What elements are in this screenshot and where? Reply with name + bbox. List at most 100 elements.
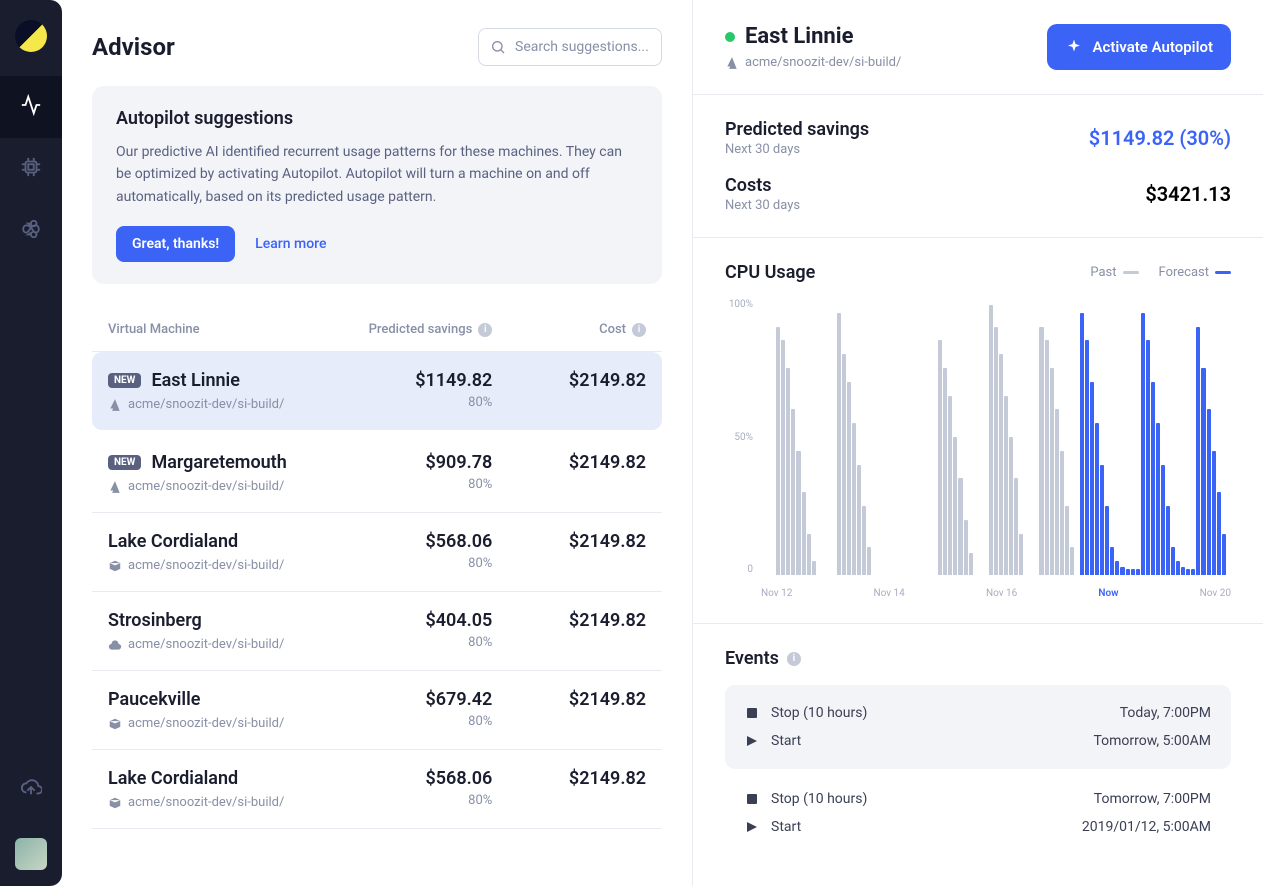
new-badge: NEW [108,373,141,388]
chart-bar [1212,451,1216,575]
legend-past: Past [1090,265,1138,280]
aws-icon [108,796,122,810]
chart-bar [842,354,846,575]
chart-bar [1176,561,1180,575]
chart-bar [1141,313,1145,575]
azure-icon [108,480,122,494]
chart-bar [1126,569,1130,575]
x-tick: Nov 12 [761,588,792,599]
chart-bar [791,409,795,575]
chart-bar [1009,437,1013,575]
chart-bar [857,465,861,575]
chart-bar [1207,409,1211,575]
chart-bar [1004,396,1008,575]
savings-amount: $568.06 [339,768,493,789]
gcp-icon [108,638,122,652]
savings-amount: $404.05 [339,610,493,631]
savings-percent: 80% [339,635,493,650]
chart-bar [1060,451,1064,575]
chart-bar [1080,313,1084,575]
chart-bar [1171,547,1175,575]
infinity-icon [20,218,42,245]
chart-bar [989,305,993,575]
chart-bar [1222,534,1226,575]
stop-icon [745,794,759,804]
table-row[interactable]: NEW Margaretemouth acme/snoozit-dev/si-b… [92,434,662,513]
info-icon[interactable]: i [632,323,646,337]
chart-bar [1181,567,1185,575]
chart-bar [1085,340,1089,575]
info-icon[interactable]: i [478,323,492,337]
chart-title: CPU Usage [725,262,815,283]
table-row[interactable]: Lake Cordialand acme/snoozit-dev/si-buil… [92,513,662,592]
table-row[interactable]: Lake Cordialand acme/snoozit-dev/si-buil… [92,750,662,829]
chart-bar [1166,506,1170,575]
x-tick: Nov 16 [986,588,1017,599]
vm-path: acme/snoozit-dev/si-build/ [108,558,339,573]
autopilot-callout: Autopilot suggestions Our predictive AI … [92,86,662,284]
chart-bar [1131,569,1135,575]
table-row[interactable]: Strosinberg acme/snoozit-dev/si-build/ $… [92,592,662,671]
chart-bar [776,327,780,575]
new-badge: NEW [108,455,141,470]
cost-amount: $2149.82 [492,370,646,391]
start-icon [745,822,759,832]
azure-icon [108,398,122,412]
activate-autopilot-button[interactable]: Activate Autopilot [1047,24,1231,70]
chart-bar [852,423,856,575]
cost-amount: $2149.82 [492,531,646,552]
nav-advisor[interactable] [0,76,62,138]
cost-amount: $2149.82 [492,689,646,710]
nav-resources[interactable] [0,138,62,200]
metric-costs-label: Costs [725,175,800,196]
savings-amount: $679.42 [339,689,493,710]
chart-bar [1045,340,1049,575]
chart-bar [964,520,968,575]
table-header: Virtual Machine Predicted savings i Cost… [92,308,662,352]
table-row[interactable]: Paucekville acme/snoozit-dev/si-build/ $… [92,671,662,750]
x-tick: Now [1098,588,1118,599]
nav-upload[interactable] [0,758,62,820]
event-label: Start [771,819,1082,835]
col-header-vm: Virtual Machine [108,322,339,337]
table-row[interactable]: NEW East Linnie acme/snoozit-dev/si-buil… [92,352,662,430]
status-dot-online [725,32,735,42]
chart-bar [1161,465,1165,575]
dismiss-button[interactable]: Great, thanks! [116,226,235,262]
savings-percent: 80% [339,477,493,492]
metric-savings-label: Predicted savings [725,119,869,140]
chart-bar [1217,492,1221,575]
chart-bar [802,492,806,575]
chart-bar [1050,368,1054,575]
cpu-icon [20,156,42,183]
chart-bar [1039,327,1043,575]
nav-infinity[interactable] [0,200,62,262]
chart-bar [1070,547,1074,575]
event-time: Tomorrow, 7:00PM [1094,791,1211,807]
savings-percent: 80% [339,714,493,729]
vm-path: acme/snoozit-dev/si-build/ [108,479,339,494]
cpu-usage-chart: 100% 50% 0 Nov 12Nov 14Nov 16NowNov 20 [725,299,1231,599]
chart-bar [1186,569,1190,575]
detail-panel: East Linnie acme/snoozit-dev/si-build/ A… [693,0,1263,886]
detail-path: acme/snoozit-dev/si-build/ [725,55,901,70]
chart-bar [1105,506,1109,575]
col-header-cost: Cost i [492,322,646,337]
logo[interactable] [11,16,51,56]
aws-icon [108,717,122,731]
savings-amount: $1149.82 [339,370,493,391]
cloud-upload-icon [20,776,42,803]
metric-costs-value: $3421.13 [1145,182,1231,206]
sparkle-icon [1065,38,1083,56]
info-icon[interactable]: i [787,652,801,666]
chart-bar [862,506,866,575]
learn-more-link[interactable]: Learn more [255,236,326,252]
chart-bar [1100,465,1104,575]
chart-bar [1136,569,1140,575]
event-label: Stop (10 hours) [771,791,1094,807]
start-icon [745,736,759,746]
user-avatar[interactable] [15,838,47,870]
event-label: Stop (10 hours) [771,705,1120,721]
event-group: Stop (10 hours) Tomorrow, 7:00PM Start 2… [725,777,1231,849]
chart-bar [1115,561,1119,575]
